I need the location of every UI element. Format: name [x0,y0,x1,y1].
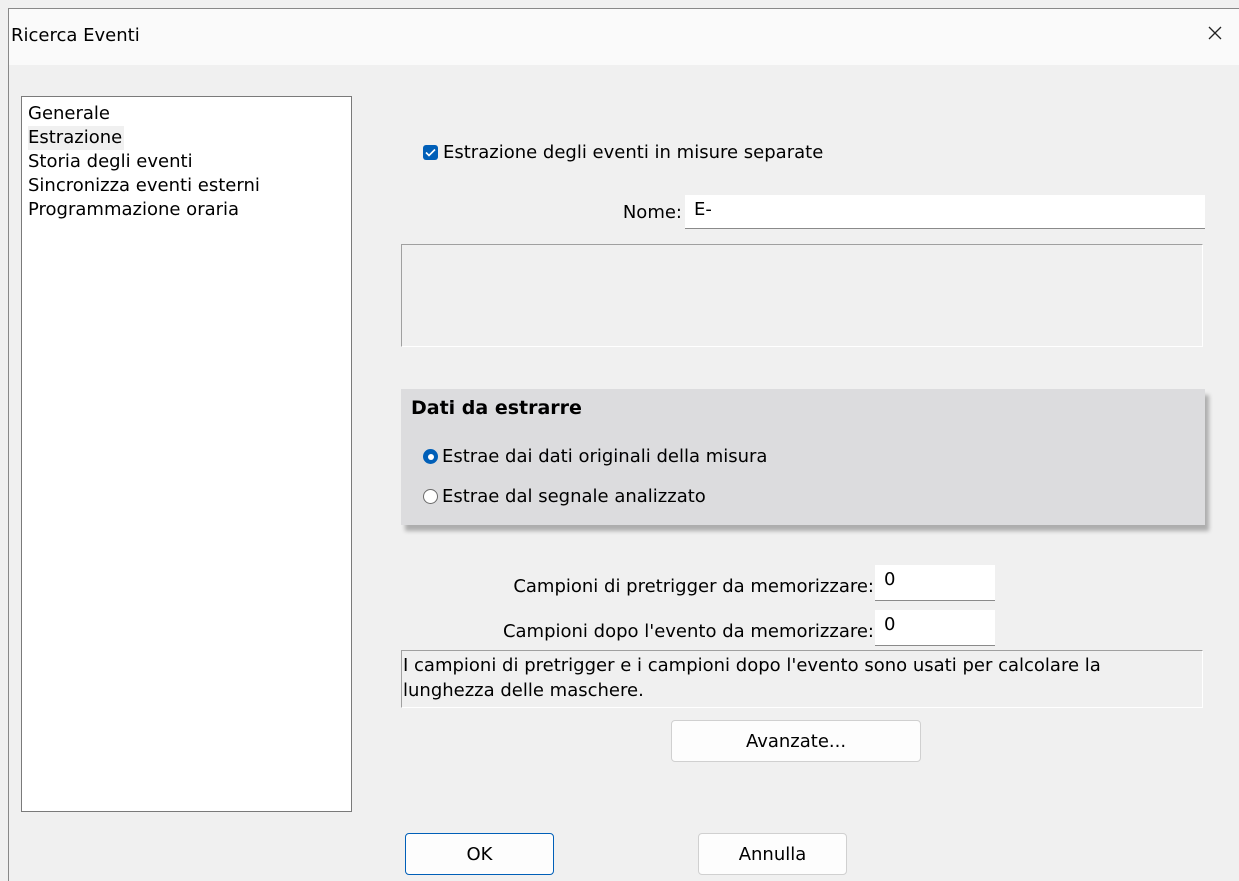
after-event-input[interactable]: 0 [875,610,995,646]
nav-item-generale[interactable]: Generale [28,102,110,126]
info-text: I campioni di pretrigger e i campioni do… [401,650,1203,708]
settings-nav-list: Generale Estrazione Storia degli eventi … [21,96,352,812]
group-title: Dati da estrarre [411,397,582,419]
radio-original-label: Estrae dai dati originali della misura [442,446,768,467]
close-button[interactable] [1190,9,1239,61]
nav-item-storia-eventi[interactable]: Storia degli eventi [28,150,193,174]
checkbox-checked-icon [423,145,438,160]
ok-button[interactable]: OK [405,833,554,875]
name-label: Nome: [622,202,682,223]
radio-analyzed-label: Estrae dal segnale analizzato [442,486,706,507]
separate-measures-label: Estrazione degli eventi in misure separa… [443,142,824,163]
close-icon [1207,25,1223,46]
title-bar: Ricerca Eventi [9,9,1239,65]
cancel-button[interactable]: Annulla [698,833,847,875]
radio-original-data[interactable]: Estrae dai dati originali della misura [423,446,767,467]
event-search-dialog: Ricerca Eventi Generale Estrazione Stori… [8,8,1239,881]
radio-unselected-icon [423,489,438,504]
nav-item-sincronizza-eventi[interactable]: Sincronizza eventi esterni [28,174,260,198]
data-to-extract-group: Dati da estrarre Estrae dai dati origina… [401,389,1205,525]
after-event-label: Campioni dopo l'evento da memorizzare: [502,621,874,642]
radio-selected-icon [423,449,438,464]
advanced-button[interactable]: Avanzate... [671,720,921,762]
window-title: Ricerca Eventi [11,25,140,46]
name-input[interactable]: E- [685,195,1205,229]
pretrigger-input[interactable]: 0 [875,565,995,601]
pretrigger-label: Campioni di pretrigger da memorizzare: [513,576,874,597]
nav-item-programmazione-oraria[interactable]: Programmazione oraria [28,198,239,222]
radio-analyzed-signal[interactable]: Estrae dal segnale analizzato [423,486,706,507]
name-preview-box [401,244,1203,347]
nav-item-estrazione[interactable]: Estrazione [28,126,125,150]
separate-measures-checkbox[interactable]: Estrazione degli eventi in misure separa… [423,142,823,163]
